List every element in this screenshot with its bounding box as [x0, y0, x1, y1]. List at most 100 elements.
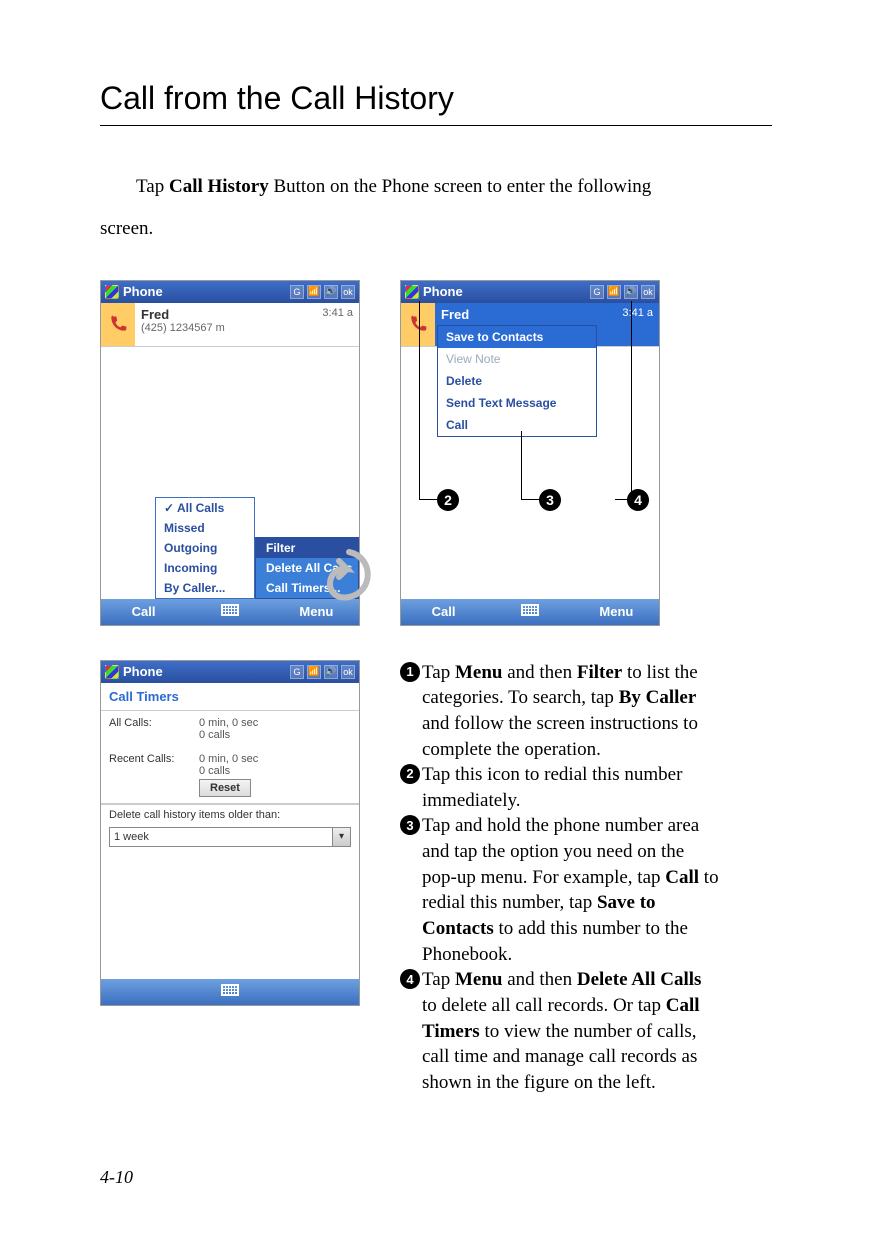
lead-line	[419, 301, 420, 499]
older-than-combo[interactable]: 1 week ▾	[109, 827, 351, 847]
instruction-3: 3 Tap and hold the phone number area and…	[400, 813, 720, 967]
t: and then	[502, 662, 576, 683]
signal-icon: 📶	[607, 285, 621, 299]
ctx-delete[interactable]: Delete	[438, 370, 596, 392]
recent-calls-label: Recent Calls:	[109, 753, 199, 797]
start-icon[interactable]	[105, 285, 119, 299]
contact-name: Fred	[441, 307, 603, 322]
menu-item-missed[interactable]: Missed	[156, 518, 254, 538]
contact-number: (425) 1234567 m	[141, 322, 303, 334]
chevron-down-icon[interactable]: ▾	[333, 827, 351, 847]
instruction-2: 2 Tap this icon to redial this number im…	[400, 762, 720, 813]
reset-button[interactable]: Reset	[199, 779, 251, 797]
status-icon: G	[590, 285, 604, 299]
phone-body: 1 All Calls Missed Outgoing Incoming By …	[101, 347, 359, 599]
volume-icon: 🔊	[324, 665, 338, 679]
t: Delete All Calls	[577, 969, 702, 990]
lead-line	[521, 431, 522, 499]
call-history-row[interactable]: Fred (425) 1234567 m 3:41 a	[101, 303, 359, 347]
start-icon[interactable]	[105, 665, 119, 679]
left-column: Phone G 📶 🔊 ok Fred (425) 1234567 m 3:41…	[100, 280, 360, 1096]
app-title: Phone	[123, 664, 286, 679]
t: and then	[502, 969, 576, 990]
lead-line	[631, 301, 632, 499]
call-time: 3:41 a	[609, 303, 659, 346]
screenshot-wrapper: Phone G 📶 🔊 ok Fred 3:41 a S	[400, 280, 720, 626]
all-calls-count: 0 calls	[199, 729, 351, 741]
signal-icon: 📶	[307, 285, 321, 299]
recent-calls-row: Recent Calls: 0 min, 0 sec 0 calls Reset	[101, 747, 359, 804]
callback-icon[interactable]	[101, 303, 135, 346]
volume-icon: 🔊	[324, 285, 338, 299]
bullet-1: 1	[400, 662, 420, 682]
keyboard-icon[interactable]	[486, 604, 574, 619]
intro-text2: Button on the Phone screen to enter the …	[269, 176, 652, 197]
manual-page: { "heading": "Call from the Call History…	[0, 0, 872, 1238]
page-number: 4-10	[100, 1167, 133, 1188]
lead-line	[521, 499, 539, 500]
screenshot-call-timers: Phone G 📶 🔊 ok Call Timers All Calls: 0 …	[100, 660, 360, 1006]
combo-value[interactable]: 1 week	[109, 827, 333, 847]
screenshot-context-menu: Phone G 📶 🔊 ok Fred 3:41 a S	[400, 280, 660, 626]
all-calls-row: All Calls: 0 min, 0 sec 0 calls	[101, 711, 359, 747]
filter-menu[interactable]: All Calls Missed Outgoing Incoming By Ca…	[155, 497, 255, 599]
ok-button[interactable]: ok	[641, 285, 655, 299]
all-calls-label: All Calls:	[109, 717, 199, 741]
menu-item-by-caller[interactable]: By Caller...	[156, 578, 254, 598]
call-timers-header: Call Timers	[101, 683, 359, 711]
t: Call	[665, 867, 699, 888]
lead-line	[419, 499, 437, 500]
softkey-call[interactable]: Call	[101, 604, 186, 619]
t: Menu	[455, 662, 503, 683]
t: Tap this icon to redial this number imme…	[422, 762, 720, 813]
intro-paragraph: Tap Call History Button on the Phone scr…	[100, 166, 772, 250]
callout-2: 2	[437, 489, 459, 511]
softkey-bar	[101, 979, 359, 1005]
page-title: Call from the Call History	[100, 80, 772, 126]
status-icon: G	[290, 285, 304, 299]
contact-name: Fred	[141, 307, 303, 322]
titlebar: Phone G 📶 🔊 ok	[101, 281, 359, 303]
menu-item-outgoing[interactable]: Outgoing	[156, 538, 254, 558]
ctx-call[interactable]: Call	[438, 414, 596, 436]
swirl-arrow-icon	[319, 547, 379, 617]
ok-button[interactable]: ok	[341, 285, 355, 299]
intro-text: Tap	[136, 176, 169, 197]
t: By Caller	[619, 687, 697, 708]
callout-3: 3	[539, 489, 561, 511]
bullet-2: 2	[400, 764, 420, 784]
t: Menu	[455, 969, 503, 990]
recent-calls-duration: 0 min, 0 sec	[199, 753, 351, 765]
callback-icon[interactable]	[401, 303, 435, 346]
ctx-view-note: View Note	[438, 348, 596, 370]
empty-body	[101, 849, 359, 979]
softkey-call[interactable]: Call	[401, 604, 486, 619]
instruction-1: 1 Tap Menu and then Filter to list the c…	[400, 660, 720, 763]
softkey-menu[interactable]: Menu	[574, 604, 659, 619]
ok-button[interactable]: ok	[341, 665, 355, 679]
intro-bold: Call History	[169, 176, 269, 197]
app-title: Phone	[123, 284, 286, 299]
call-time: 3:41 a	[309, 303, 359, 346]
ctx-save-to-contacts[interactable]: Save to Contacts	[438, 326, 596, 348]
bullet-3: 3	[400, 815, 420, 835]
app-title: Phone	[423, 284, 586, 299]
instructions: 1 Tap Menu and then Filter to list the c…	[400, 660, 720, 1096]
t: Tap	[422, 969, 455, 990]
menu-item-all-calls[interactable]: All Calls	[156, 498, 254, 518]
titlebar: Phone G 📶 🔊 ok	[101, 661, 359, 683]
delete-older-label: Delete call history items older than:	[101, 804, 359, 825]
t: and follow the screen instructions to co…	[422, 713, 698, 760]
t: Tap and hold the phone number area and t…	[422, 815, 699, 887]
recent-calls-count: 0 calls	[199, 765, 351, 777]
start-icon[interactable]	[405, 285, 419, 299]
callout-4: 4	[627, 489, 649, 511]
ctx-send-text[interactable]: Send Text Message	[438, 392, 596, 414]
right-column: Phone G 📶 🔊 ok Fred 3:41 a S	[400, 280, 720, 1096]
keyboard-icon[interactable]	[186, 604, 274, 619]
two-column-layout: Phone G 📶 🔊 ok Fred (425) 1234567 m 3:41…	[100, 280, 772, 1096]
context-menu[interactable]: Save to Contacts View Note Delete Send T…	[437, 325, 597, 437]
keyboard-icon[interactable]	[186, 984, 274, 999]
intro-text3: screen.	[100, 208, 772, 250]
menu-item-incoming[interactable]: Incoming	[156, 558, 254, 578]
